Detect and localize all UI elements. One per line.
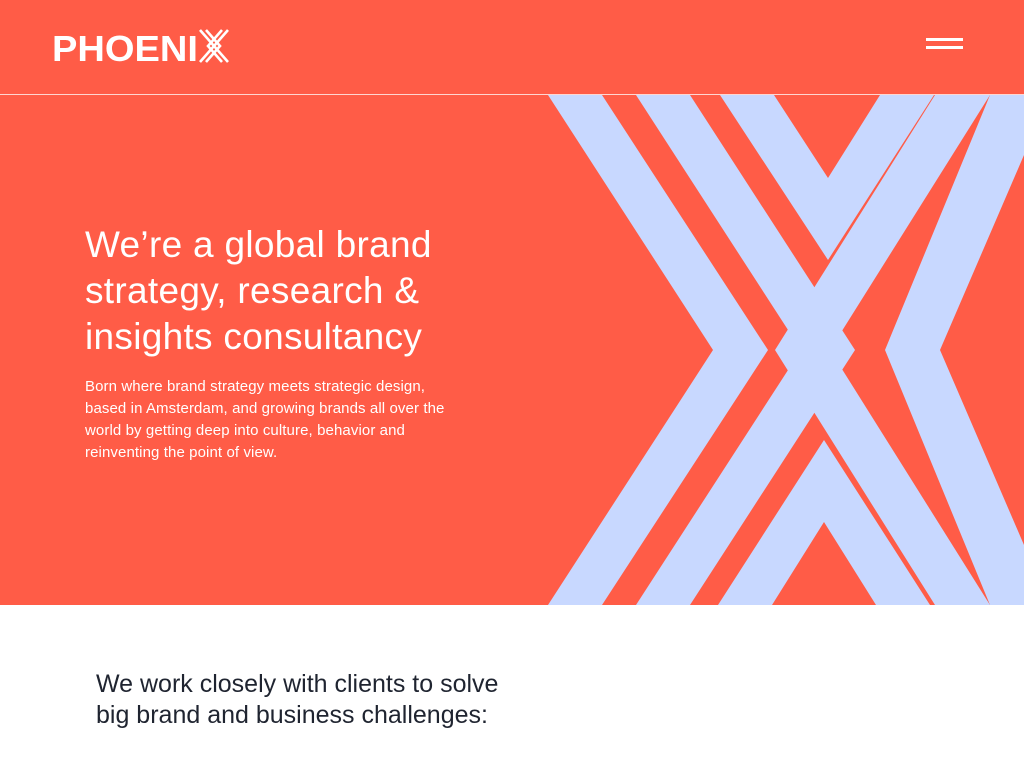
hero-headline: We’re a global brand strategy, research … bbox=[85, 224, 432, 357]
phoenix-logo[interactable]: PHOENI bbox=[52, 29, 230, 63]
hero-section: We’re a global brand strategy, research … bbox=[0, 95, 1024, 605]
intro-heading: We work closely with clients to solve bi… bbox=[96, 670, 499, 729]
logo-x-mark bbox=[199, 29, 229, 63]
site-header: PHOENI bbox=[0, 0, 1024, 95]
logo-text: PHOENI bbox=[52, 29, 198, 63]
hero-description: Born where brand strategy meets strategi… bbox=[85, 378, 445, 461]
menu-button[interactable] bbox=[924, 36, 964, 56]
